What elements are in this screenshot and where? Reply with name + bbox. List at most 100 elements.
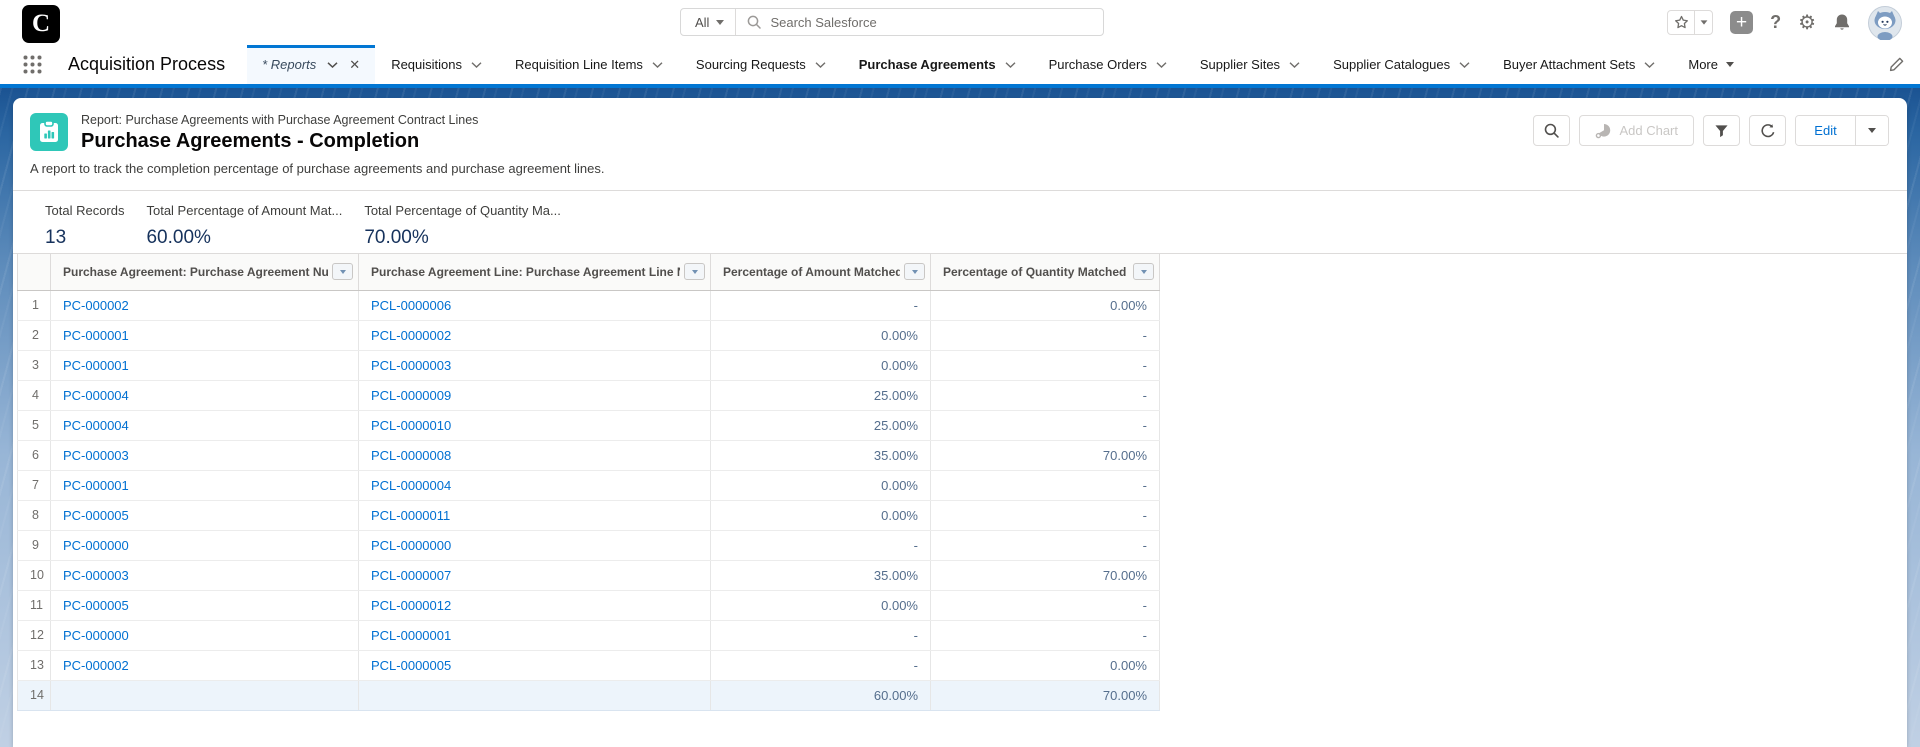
caret-down-icon [912, 270, 918, 274]
nav-tab[interactable]: Buyer Attachment Sets [1503, 57, 1655, 72]
column-menu-button[interactable] [904, 263, 925, 280]
nav-tab[interactable]: Requisitions [391, 57, 482, 72]
purchase-agreement-link[interactable]: PC-000003 [63, 568, 129, 583]
nav-tab[interactable]: Purchase Orders [1049, 57, 1167, 72]
pencil-icon [1889, 57, 1904, 72]
edit-nav-button[interactable] [1889, 57, 1904, 72]
app-name[interactable]: Acquisition Process [68, 54, 225, 75]
purchase-agreement-line-link[interactable]: PCL-0000012 [371, 598, 451, 613]
report-total: Total Records 13 [45, 203, 124, 253]
amount-matched-cell: 35.00% [711, 440, 931, 470]
edit-menu-button[interactable] [1855, 116, 1888, 145]
quantity-matched-cell: - [931, 500, 1160, 530]
nav-tabs: Requisitions Requisition Line Items Sour… [391, 57, 1734, 72]
search-placeholder: Search Salesforce [770, 15, 876, 30]
purchase-agreement-line-link[interactable]: PCL-0000004 [371, 478, 451, 493]
nav-tab[interactable]: Requisition Line Items [515, 57, 663, 72]
quantity-matched-total-cell: 70.00% [931, 680, 1160, 710]
org-logo-letter: C [32, 10, 50, 38]
column-header[interactable]: Percentage of Amount Matched [711, 254, 931, 290]
purchase-agreement-link[interactable]: PC-000004 [63, 388, 129, 403]
notifications-button[interactable] [1833, 13, 1851, 32]
purchase-agreement-line-link[interactable]: PCL-0000009 [371, 388, 451, 403]
column-menu-button[interactable] [684, 263, 705, 280]
purchase-agreement-line-cell: PCL-0000002 [359, 320, 711, 350]
refresh-button[interactable] [1749, 115, 1786, 146]
report-icon [30, 113, 68, 151]
column-header[interactable]: Percentage of Quantity Matched [931, 254, 1160, 290]
purchase-agreement-link[interactable]: PC-000001 [63, 328, 129, 343]
amount-matched-total-cell: 60.00% [711, 680, 931, 710]
column-menu-button[interactable] [1133, 263, 1154, 280]
purchase-agreement-link[interactable]: PC-000000 [63, 628, 129, 643]
purchase-agreement-line-link[interactable]: PCL-0000005 [371, 658, 451, 673]
purchase-agreement-cell: PC-000003 [51, 560, 359, 590]
favorites-button[interactable] [1668, 11, 1695, 34]
purchase-agreement-line-link[interactable]: PCL-0000003 [371, 358, 451, 373]
quantity-matched-cell: - [931, 470, 1160, 500]
purchase-agreement-line-link[interactable]: PCL-0000001 [371, 628, 451, 643]
nav-tab[interactable]: Purchase Agreements [859, 57, 1016, 72]
report-search-button[interactable] [1533, 115, 1570, 146]
quantity-matched-cell: 70.00% [931, 560, 1160, 590]
user-avatar[interactable] [1868, 6, 1902, 40]
report-total: Total Percentage of Amount Mat... 60.00% [146, 203, 342, 253]
column-menu-button[interactable] [332, 263, 353, 280]
purchase-agreement-link[interactable]: PC-000005 [63, 508, 129, 523]
row-number: 1 [18, 290, 51, 320]
help-button[interactable]: ? [1770, 12, 1781, 33]
purchase-agreement-line-link[interactable]: PCL-0000006 [371, 298, 451, 313]
chevron-down-icon [1289, 62, 1300, 68]
chevron-down-icon [1156, 62, 1167, 68]
caret-down-icon [692, 270, 698, 274]
quantity-matched-cell: 0.00% [931, 650, 1160, 680]
purchase-agreement-link[interactable]: PC-000002 [63, 658, 129, 673]
filter-button[interactable] [1703, 115, 1740, 146]
quick-create-button[interactable]: + [1730, 11, 1753, 34]
purchase-agreement-line-link[interactable]: PCL-0000010 [371, 418, 451, 433]
search-icon [747, 15, 761, 29]
purchase-agreement-cell: PC-000002 [51, 290, 359, 320]
star-icon [1674, 15, 1689, 30]
funnel-icon [1714, 124, 1729, 138]
purchase-agreement-line-link[interactable]: PCL-0000000 [371, 538, 451, 553]
page-title: Purchase Agreements - Completion [81, 130, 478, 153]
table-row: 6 PC-000003 PCL-0000008 35.00% 70.00% [18, 440, 1160, 470]
close-tab-icon[interactable]: ✕ [349, 57, 360, 73]
nav-tab[interactable]: Supplier Sites [1200, 57, 1300, 72]
purchase-agreement-line-link[interactable]: PCL-0000007 [371, 568, 451, 583]
nav-tab[interactable]: Supplier Catalogues [1333, 57, 1470, 72]
tab-reports-active[interactable]: * Reports ✕ [247, 45, 375, 84]
purchase-agreement-link[interactable]: PC-000004 [63, 418, 129, 433]
purchase-agreement-line-link[interactable]: PCL-0000011 [371, 508, 450, 523]
add-chart-button[interactable]: Add Chart [1579, 115, 1694, 146]
purchase-agreement-link[interactable]: PC-000002 [63, 298, 129, 313]
total-label: Total Percentage of Quantity Ma... [364, 203, 561, 218]
nav-more-button[interactable]: More [1688, 57, 1734, 72]
edit-button[interactable]: Edit [1796, 116, 1855, 145]
purchase-agreement-line-link[interactable]: PCL-0000008 [371, 448, 451, 463]
purchase-agreement-link[interactable]: PC-000001 [63, 478, 129, 493]
report-table: Purchase Agreement: Purchase Agreement N… [17, 254, 1160, 711]
app-launcher-button[interactable] [23, 55, 42, 74]
row-number: 3 [18, 350, 51, 380]
search-scope-dropdown[interactable]: All [681, 9, 736, 35]
column-header[interactable]: Purchase Agreement Line: Purchase Agreem… [359, 254, 711, 290]
global-search[interactable]: All Search Salesforce [680, 8, 1104, 36]
purchase-agreement-line-link[interactable]: PCL-0000002 [371, 328, 451, 343]
purchase-agreement-link[interactable]: PC-000000 [63, 538, 129, 553]
purchase-agreement-cell: PC-000000 [51, 530, 359, 560]
table-row: 2 PC-000001 PCL-0000002 0.00% - [18, 320, 1160, 350]
nav-tab[interactable]: Sourcing Requests [696, 57, 826, 72]
column-header[interactable]: Purchase Agreement: Purchase Agreement N… [51, 254, 359, 290]
column-header-label: Percentage of Quantity Matched [943, 265, 1129, 279]
purchase-agreement-link[interactable]: PC-000001 [63, 358, 129, 373]
quantity-matched-cell: 70.00% [931, 440, 1160, 470]
purchase-agreement-link[interactable]: PC-000003 [63, 448, 129, 463]
purchase-agreement-link[interactable]: PC-000005 [63, 598, 129, 613]
purchase-agreement-cell: PC-000001 [51, 470, 359, 500]
amount-matched-cell: 0.00% [711, 590, 931, 620]
favorites-menu-button[interactable] [1695, 11, 1712, 34]
setup-button[interactable]: ⚙ [1798, 13, 1816, 33]
row-number: 2 [18, 320, 51, 350]
